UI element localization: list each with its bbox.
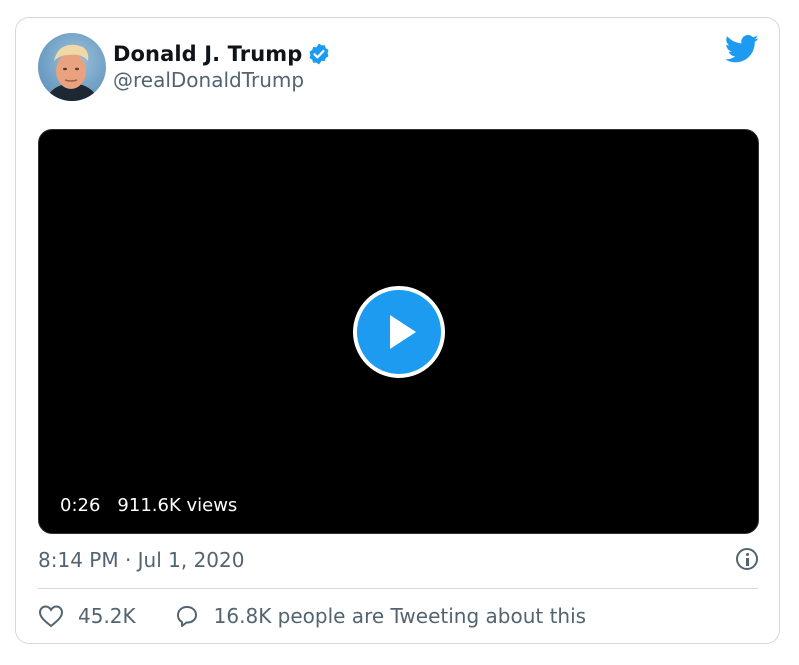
speech-bubble-icon: [176, 606, 197, 627]
info-icon-dot: [745, 553, 749, 556]
info-icon-bar: [745, 558, 749, 566]
info-icon[interactable]: [736, 548, 758, 570]
divider: [38, 588, 758, 589]
author-handle[interactable]: @realDonaldTrump: [113, 68, 304, 92]
video-views: 911.6K views: [117, 495, 238, 516]
tweet-timestamp[interactable]: 8:14 PM · Jul 1, 2020: [38, 548, 244, 572]
tweeting-count: 16.8K people are Tweeting about this: [213, 604, 587, 628]
play-icon[interactable]: [353, 286, 445, 378]
twitter-bird-icon[interactable]: [724, 34, 759, 64]
video-duration: 0:26: [60, 495, 101, 516]
video-meta: 0:26 911.6K views: [60, 495, 237, 516]
like-button[interactable]: 45.2K: [38, 604, 136, 628]
verified-badge-icon: [307, 42, 331, 66]
like-count: 45.2K: [78, 604, 136, 628]
tweet-card[interactable]: Donald J. Trump @realDonaldTrump 0:26 91…: [15, 17, 780, 644]
video-player[interactable]: 0:26 911.6K views: [38, 129, 759, 534]
tweet-actions: 45.2K 16.8K people are Tweeting about th…: [38, 604, 586, 628]
author-row: Donald J. Trump: [113, 42, 331, 66]
author-name[interactable]: Donald J. Trump: [113, 42, 302, 66]
heart-icon: [38, 605, 64, 628]
tweeting-link[interactable]: 16.8K people are Tweeting about this: [174, 604, 586, 628]
avatar[interactable]: [38, 33, 106, 101]
